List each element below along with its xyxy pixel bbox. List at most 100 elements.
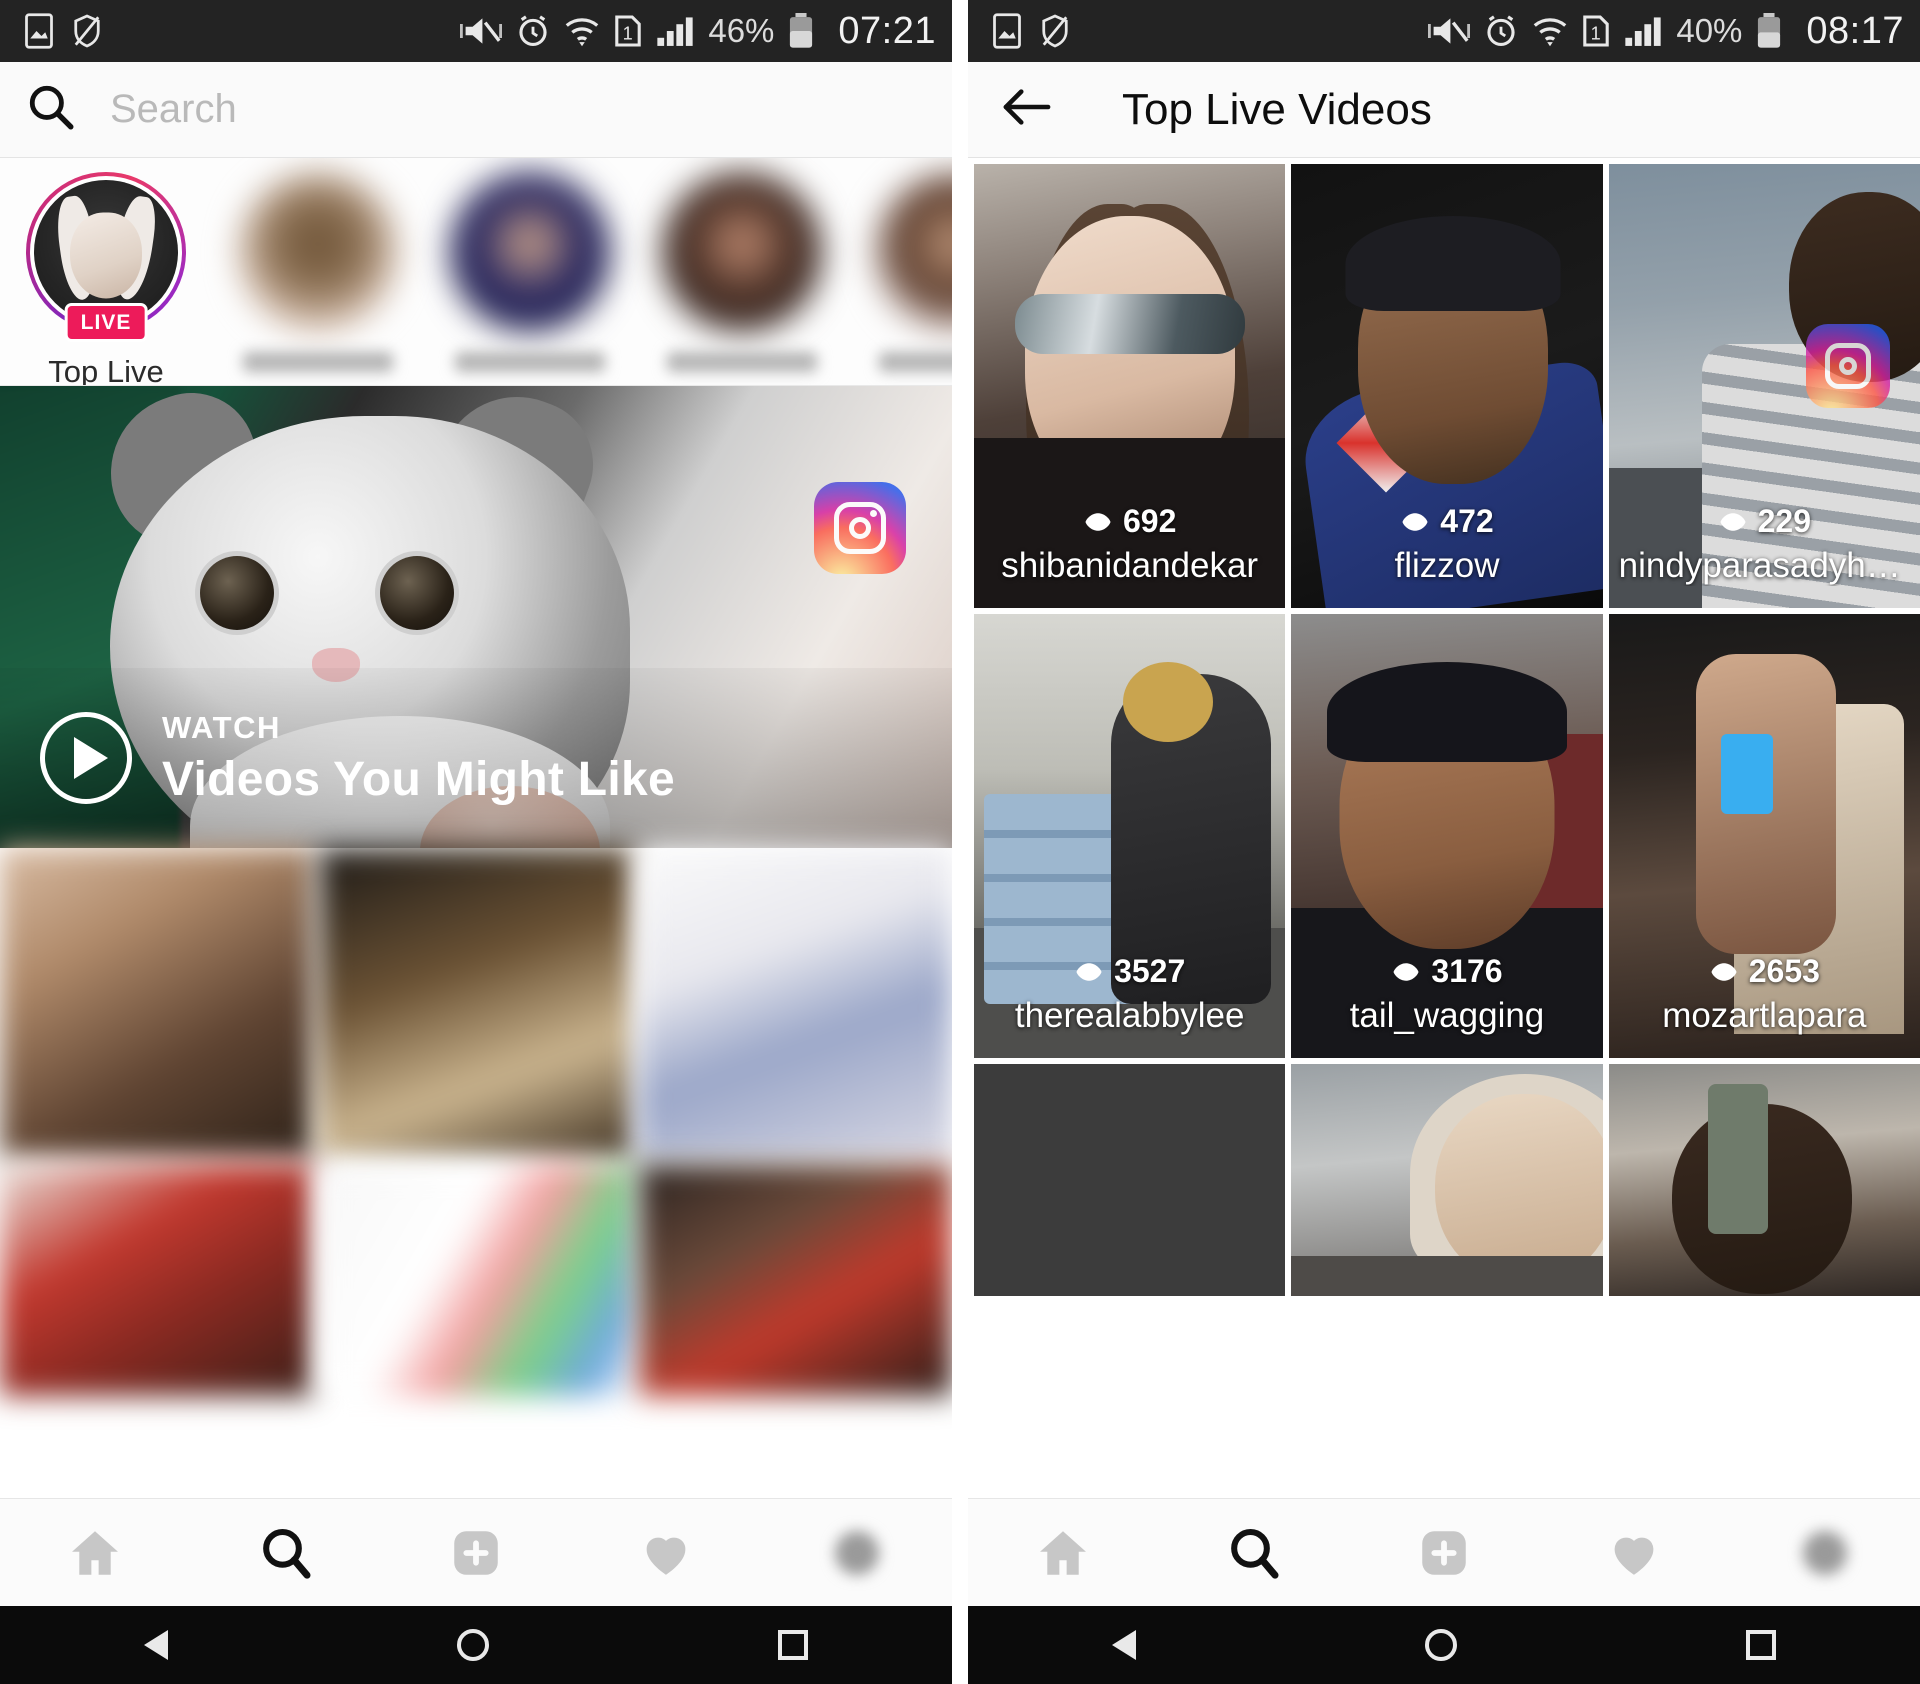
- clock-label: 08:17: [1806, 9, 1904, 52]
- signal-icon: [1624, 14, 1662, 48]
- live-video-tile[interactable]: 3527 therealabbylee: [974, 614, 1286, 1058]
- username-label: mozartlapara: [1662, 996, 1867, 1035]
- hero-video-card[interactable]: WATCH Videos You Might Like: [0, 386, 952, 848]
- search-icon: [26, 82, 76, 137]
- live-video-tile[interactable]: 472 flizzow: [1291, 164, 1603, 608]
- back-icon[interactable]: [144, 1630, 169, 1660]
- signal-icon: [656, 14, 694, 48]
- watch-overlay[interactable]: WATCH Videos You Might Like: [0, 668, 952, 848]
- explore-cell[interactable]: [319, 848, 633, 1158]
- left-status-bar: 1 46% 07:21: [0, 0, 952, 62]
- home-icon[interactable]: [1424, 1629, 1457, 1661]
- story-label: [243, 352, 393, 372]
- nav-search-button[interactable]: [211, 1499, 361, 1607]
- view-count: 3176: [1291, 953, 1602, 990]
- nav-search-button[interactable]: [1179, 1499, 1329, 1607]
- explore-cell[interactable]: [0, 848, 314, 1158]
- right-status-bar: 1 40% 08:17: [968, 0, 1920, 62]
- view-count: 692: [974, 503, 1285, 540]
- live-stories-row[interactable]: LIVE Top Live: [0, 158, 952, 386]
- android-system-nav[interactable]: [968, 1606, 1920, 1684]
- add-post-icon: [454, 1530, 498, 1575]
- live-viewer-icon: [1402, 512, 1428, 531]
- live-video-tile[interactable]: [1291, 1064, 1603, 1296]
- story-item[interactable]: [636, 172, 848, 372]
- live-video-tile[interactable]: 3176 tail_wagging: [1291, 614, 1603, 1058]
- view-count-label: 692: [1122, 503, 1177, 539]
- view-count-label: 2653: [1748, 953, 1820, 989]
- nav-profile-button[interactable]: [1750, 1499, 1900, 1607]
- nav-home-button[interactable]: [988, 1499, 1138, 1607]
- live-video-tile[interactable]: 229 nindyparasadyha…: [1608, 164, 1920, 608]
- story-item[interactable]: [848, 172, 952, 372]
- bottom-nav-bar[interactable]: [968, 1498, 1920, 1606]
- nav-activity-button[interactable]: [591, 1499, 741, 1607]
- story-item-top-live[interactable]: LIVE Top Live: [0, 172, 212, 386]
- clock-label: 07:21: [838, 9, 936, 52]
- username-label: flizzow: [1394, 546, 1500, 585]
- profile-avatar-icon: [834, 1530, 879, 1575]
- battery-percent-label: 46%: [708, 12, 775, 49]
- avatar: [662, 172, 822, 332]
- panel-divider: [952, 0, 968, 1684]
- instagram-icon: [814, 482, 906, 574]
- search-bar[interactable]: Search: [0, 62, 952, 158]
- username-label: shibanidandekar: [1001, 546, 1259, 585]
- recents-icon[interactable]: [1745, 1630, 1776, 1660]
- heart-icon: [646, 1537, 686, 1575]
- android-system-nav[interactable]: [0, 1606, 952, 1684]
- back-icon[interactable]: [1112, 1630, 1137, 1660]
- instagram-icon: [1806, 324, 1890, 408]
- story-label: Top Live: [48, 354, 164, 386]
- home-icon[interactable]: [456, 1629, 489, 1661]
- avatar: [238, 172, 398, 332]
- left-phone-screen: 1 46% 07:21 Search LIVE Top Live WATCH V…: [0, 0, 952, 1684]
- dual-screenshot-container: 1 46% 07:21 Search LIVE Top Live WATCH V…: [0, 0, 1920, 1684]
- bottom-nav-bar[interactable]: [0, 1498, 952, 1606]
- explore-cell[interactable]: [0, 1164, 314, 1396]
- story-label: [879, 352, 952, 372]
- nav-add-post-button[interactable]: [1369, 1499, 1519, 1607]
- username-label: tail_wagging: [1349, 996, 1545, 1035]
- nav-profile-button[interactable]: [782, 1499, 932, 1607]
- live-video-tile[interactable]: 692 shibanidandekar: [974, 164, 1286, 608]
- username-label: nindyparasadyha…: [1618, 546, 1920, 585]
- recents-icon[interactable]: [777, 1630, 808, 1660]
- explore-cell[interactable]: [319, 1164, 633, 1396]
- live-viewer-icon: [1085, 512, 1111, 531]
- story-item[interactable]: [212, 172, 424, 372]
- live-video-tile[interactable]: [974, 1064, 1286, 1296]
- play-icon[interactable]: [40, 712, 132, 804]
- page-title: Top Live Videos: [1122, 84, 1432, 134]
- home-icon: [1040, 1530, 1087, 1575]
- live-viewer-icon: [1076, 962, 1102, 981]
- search-input-placeholder[interactable]: Search: [110, 87, 237, 132]
- search-icon: [262, 1528, 311, 1579]
- live-badge: LIVE: [64, 303, 148, 342]
- profile-avatar-icon: [1802, 1530, 1847, 1575]
- sim-1-icon: 1: [1582, 14, 1610, 48]
- story-item[interactable]: [424, 172, 636, 372]
- explore-cell[interactable]: [638, 848, 952, 1158]
- svg-text:1: 1: [1591, 23, 1602, 43]
- live-viewer-icon: [1393, 962, 1419, 981]
- nav-home-button[interactable]: [20, 1499, 170, 1607]
- story-ring: LIVE: [26, 172, 186, 342]
- nav-add-post-button[interactable]: [401, 1499, 551, 1607]
- back-arrow-icon[interactable]: [1000, 84, 1054, 135]
- search-icon: [1230, 1528, 1279, 1579]
- live-video-tile[interactable]: 2653 mozartlapara: [1608, 614, 1920, 1058]
- avatar: [874, 172, 952, 332]
- shield-off-icon: [72, 13, 102, 49]
- battery-icon: [1756, 13, 1782, 49]
- explore-cell[interactable]: [638, 1164, 952, 1396]
- vibrate-mute-icon: [460, 14, 503, 48]
- top-live-videos-grid[interactable]: 692 shibanidandekar 472 flizzow 229 nind…: [968, 158, 1920, 1296]
- nav-activity-button[interactable]: [1559, 1499, 1709, 1607]
- image-icon: [24, 13, 54, 49]
- explore-grid[interactable]: [0, 848, 952, 1396]
- view-count-label: 472: [1440, 503, 1494, 539]
- live-video-tile[interactable]: [1608, 1064, 1920, 1296]
- live-viewer-icon: [1720, 512, 1746, 531]
- view-count: 3527: [974, 953, 1285, 990]
